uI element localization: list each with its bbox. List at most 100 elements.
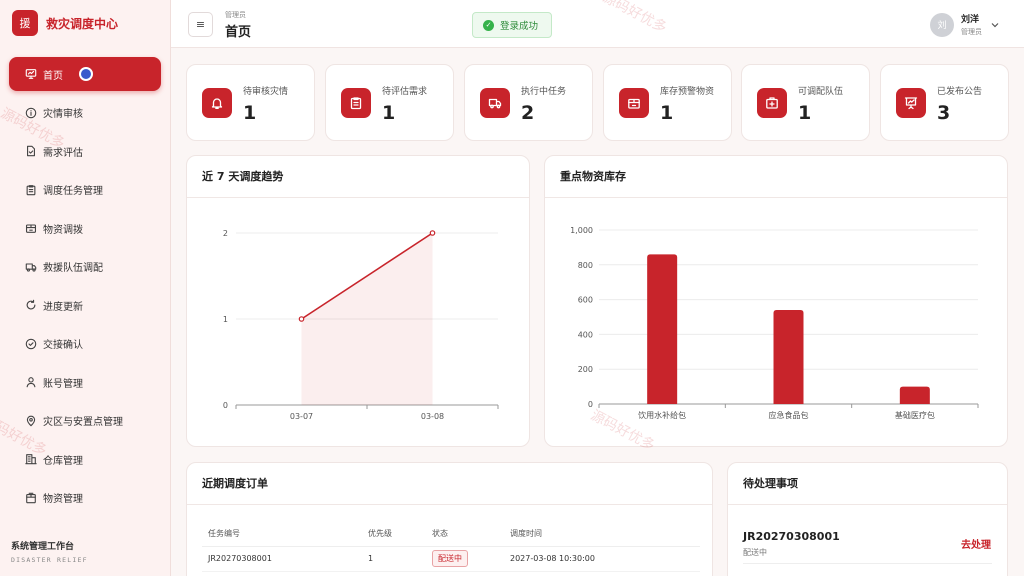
bell-icon bbox=[202, 88, 232, 118]
stat-value: 1 bbox=[798, 102, 812, 124]
stat-card[interactable]: 待审核灾情 1 bbox=[186, 64, 315, 141]
truck-icon bbox=[25, 261, 37, 273]
stat-card[interactable]: 执行中任务 2 bbox=[464, 64, 593, 141]
stat-value: 1 bbox=[382, 102, 396, 124]
trend-panel-title: 近 7 天调度趋势 bbox=[187, 156, 529, 198]
trend-panel: 近 7 天调度趋势 0 1 2 03-07 03-08 bbox=[186, 155, 530, 447]
location-pin-icon bbox=[25, 415, 37, 427]
sidebar-item-label: 交接确认 bbox=[43, 340, 83, 351]
sidebar-item-8[interactable]: 账号管理 bbox=[9, 365, 161, 399]
y-tick-label: 200 bbox=[578, 365, 593, 374]
brand-logo: 援 bbox=[12, 10, 38, 36]
user-role: 管理员 bbox=[961, 28, 982, 36]
sidebar-item-3[interactable]: 调度任务管理 bbox=[9, 173, 161, 207]
menu-toggle-button[interactable]: ≡ bbox=[188, 12, 213, 37]
clipboard-icon bbox=[341, 88, 371, 118]
sidebar-item-label: 首页 bbox=[43, 70, 63, 82]
stat-value: 2 bbox=[521, 102, 535, 124]
bar bbox=[899, 386, 930, 404]
todo-task-id: JR20270308001 bbox=[743, 530, 840, 543]
x-tick-label: 基础医疗包 bbox=[895, 410, 935, 420]
sidebar-item-label: 物资管理 bbox=[43, 494, 83, 505]
orders-table: 任务编号 优先级 状态 调度时间 JR20270308001 1 配送中 202… bbox=[202, 522, 700, 572]
presentation-icon bbox=[896, 88, 926, 118]
priority-cell: 1 bbox=[368, 546, 432, 572]
time-cell: 2027-03-08 10:30:00 bbox=[510, 546, 700, 572]
sidebar-item-label: 调度任务管理 bbox=[43, 186, 103, 197]
sidebar-item-7[interactable]: 交接确认 bbox=[9, 327, 161, 361]
truck-icon bbox=[480, 88, 510, 118]
brand[interactable]: 援 救灾调度中心 bbox=[12, 10, 118, 36]
column-header: 任务编号 bbox=[202, 522, 368, 547]
todo-panel-title: 待处理事项 bbox=[728, 463, 1007, 505]
sidebar-footer: 系统管理工作台 DISASTER RELIEF bbox=[11, 539, 88, 564]
orders-panel: 近期调度订单 任务编号 优先级 状态 调度时间 JR20270308001 1 … bbox=[186, 462, 713, 576]
top-header: ≡ 管理员 首页 ✓ 登录成功 刘 刘洋 管理员 bbox=[171, 0, 1024, 48]
sidebar-item-0[interactable]: 首页 bbox=[9, 57, 161, 91]
stat-card[interactable]: 可调配队伍 1 bbox=[741, 64, 870, 141]
task-id-cell: JR20270308001 bbox=[202, 546, 368, 572]
avatar: 刘 bbox=[930, 12, 954, 37]
sidebar-item-4[interactable]: 物资调拨 bbox=[9, 211, 161, 245]
x-tick-label: 03-08 bbox=[421, 412, 444, 421]
stat-card[interactable]: 待评估需求 1 bbox=[325, 64, 454, 141]
refresh-icon bbox=[25, 299, 37, 311]
user-info: 刘洋 管理员 bbox=[961, 12, 982, 37]
stat-label: 执行中任务 bbox=[521, 87, 567, 97]
sidebar-item-label: 仓库管理 bbox=[43, 455, 83, 467]
trend-chart: 0 1 2 03-07 03-08 bbox=[223, 229, 499, 421]
stat-label: 可调配队伍 bbox=[798, 87, 844, 97]
login-success-toast: ✓ 登录成功 bbox=[472, 12, 552, 38]
sidebar-item-5[interactable]: 救援队伍调配 bbox=[9, 250, 161, 284]
stat-value: 1 bbox=[243, 102, 257, 124]
bar bbox=[647, 254, 678, 404]
clipboard-icon bbox=[25, 184, 37, 196]
check-circle-icon bbox=[25, 338, 37, 350]
footer-subtitle: DISASTER RELIEF bbox=[11, 556, 88, 564]
active-indicator-dot bbox=[79, 67, 93, 81]
sidebar-item-label: 进度更新 bbox=[43, 301, 83, 313]
stock-panel: 重点物资库存 0 200 400 600 800 1,000 饮用水补给包 应急食品包 基础医疗… bbox=[544, 155, 1008, 447]
sidebar-item-label: 灾区与安置点管理 bbox=[43, 417, 123, 428]
divider bbox=[743, 563, 992, 564]
stat-label: 待审核灾情 bbox=[243, 87, 289, 97]
todo-status: 配送中 bbox=[743, 548, 767, 557]
orders-panel-title: 近期调度订单 bbox=[187, 463, 712, 505]
column-header: 调度时间 bbox=[510, 522, 700, 547]
y-tick-label: 1 bbox=[223, 315, 228, 324]
data-point bbox=[298, 316, 305, 322]
user-menu[interactable]: 刘 刘洋 管理员 bbox=[930, 12, 1000, 37]
todo-item: JR20270308001 配送中 去处理 bbox=[743, 530, 991, 558]
status-cell: 配送中 bbox=[432, 546, 510, 572]
footer-title: 系统管理工作台 bbox=[11, 542, 75, 552]
stock-panel-title: 重点物资库存 bbox=[545, 156, 1007, 198]
page-title: 首页 bbox=[225, 25, 252, 40]
y-tick-label: 1,000 bbox=[570, 226, 593, 235]
column-header: 优先级 bbox=[368, 522, 432, 547]
stat-card[interactable]: 已发布公告 3 bbox=[880, 64, 1009, 141]
stat-label: 待评估需求 bbox=[382, 87, 428, 97]
user-name: 刘洋 bbox=[961, 15, 980, 25]
sidebar: 援 救灾调度中心 首页 灾情审核 需求评估 调度任务管理 物资调拨 救援队伍调配 进度更新交… bbox=[0, 0, 171, 576]
package-icon bbox=[25, 222, 37, 234]
handle-button[interactable]: 去处理 bbox=[961, 536, 991, 551]
table-row[interactable]: JR20270308001 1 配送中 2027-03-08 10:30:00 bbox=[202, 546, 700, 572]
sidebar-item-label: 物资调拨 bbox=[43, 224, 83, 236]
check-circle-icon: ✓ bbox=[483, 19, 494, 31]
y-tick-label: 800 bbox=[578, 261, 593, 270]
x-tick-label: 03-07 bbox=[290, 412, 313, 421]
chevron-down-icon[interactable] bbox=[990, 20, 1000, 30]
sidebar-item-6[interactable]: 进度更新 bbox=[9, 288, 161, 322]
stock-chart: 0 200 400 600 800 1,000 饮用水补给包 应急食品包 基础医疗包 bbox=[570, 226, 979, 420]
column-header: 状态 bbox=[432, 522, 510, 547]
document-icon bbox=[25, 145, 37, 157]
sidebar-item-11[interactable]: 物资管理 bbox=[9, 481, 161, 515]
stat-card[interactable]: 库存预警物资 1 bbox=[603, 64, 732, 141]
stat-label: 已发布公告 bbox=[937, 87, 983, 97]
sidebar-item-label: 灾情审核 bbox=[43, 109, 83, 120]
box-icon bbox=[25, 492, 37, 504]
toast-text: 登录成功 bbox=[500, 21, 539, 32]
area-fill bbox=[301, 233, 433, 405]
todo-panel: 待处理事项 JR20270308001 配送中 去处理 bbox=[727, 462, 1008, 576]
monitor-icon bbox=[25, 68, 37, 80]
